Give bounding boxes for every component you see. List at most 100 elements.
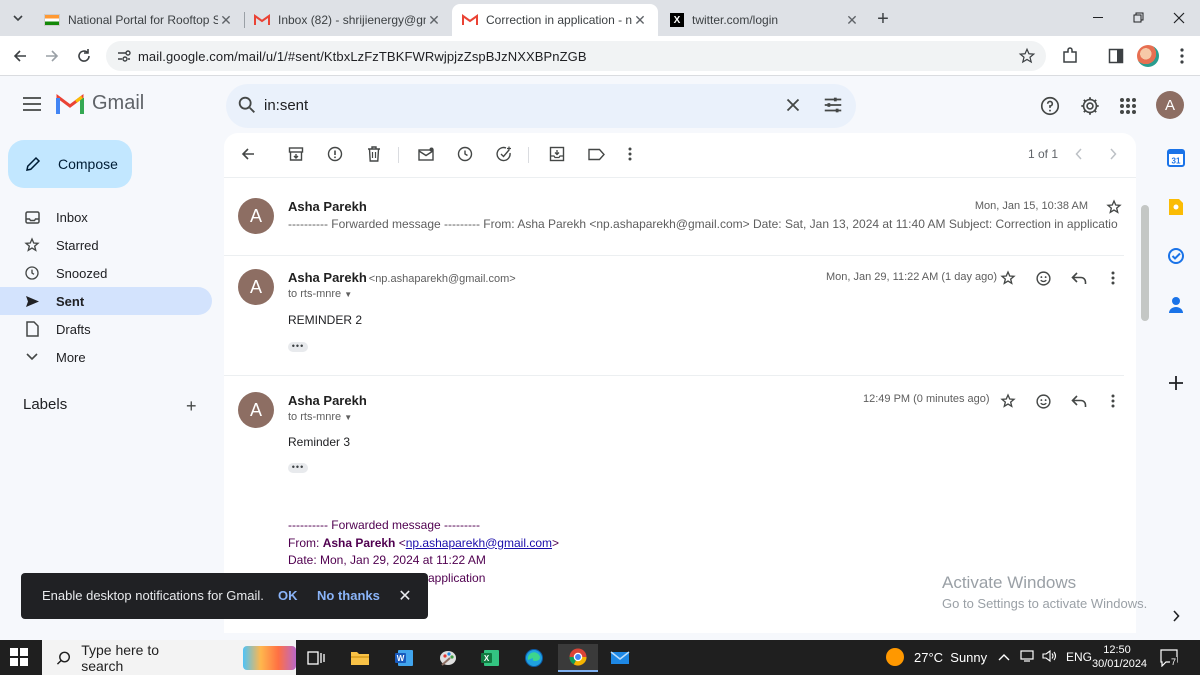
close-tab-icon[interactable]: ✕ bbox=[218, 12, 234, 28]
add-reaction-button[interactable] bbox=[1033, 391, 1053, 411]
close-tab-icon[interactable]: ✕ bbox=[844, 12, 860, 28]
sender-name[interactable]: Asha Parekh bbox=[288, 199, 367, 214]
weather-widget[interactable]: 27°C Sunny bbox=[886, 648, 987, 666]
scrollbar-thumb[interactable] bbox=[1141, 205, 1149, 321]
close-tab-icon[interactable]: ✕ bbox=[426, 12, 442, 28]
notification-center-button[interactable]: 7 bbox=[1160, 649, 1178, 670]
account-avatar[interactable]: A bbox=[1156, 91, 1184, 119]
browser-profile-button[interactable] bbox=[1136, 44, 1160, 68]
recipients-line[interactable]: to rts-mnre ▼ bbox=[288, 411, 352, 423]
browser-tab-twitter[interactable]: X twitter.com/login ✕ bbox=[660, 4, 870, 36]
toast-close-icon[interactable]: ✕ bbox=[397, 586, 413, 605]
more-actions-button[interactable] bbox=[620, 144, 640, 164]
archive-button[interactable] bbox=[286, 144, 306, 164]
network-button[interactable] bbox=[1020, 650, 1036, 665]
sidebar-item-snoozed[interactable]: Snoozed bbox=[0, 259, 212, 287]
reply-button[interactable] bbox=[1069, 268, 1089, 288]
edge-app-button[interactable] bbox=[514, 644, 554, 672]
add-label-button[interactable]: + bbox=[186, 396, 197, 417]
search-bar[interactable]: in:sent bbox=[226, 84, 856, 128]
toast-no-thanks-button[interactable]: No thanks bbox=[317, 588, 380, 603]
show-details-icon[interactable]: ▼ bbox=[344, 413, 352, 422]
reply-button[interactable] bbox=[1069, 391, 1089, 411]
message-more-button[interactable] bbox=[1103, 391, 1123, 411]
sidebar-item-sent[interactable]: Sent bbox=[0, 287, 212, 315]
search-icon[interactable] bbox=[236, 94, 258, 116]
calendar-app-button[interactable]: 31 bbox=[1166, 148, 1186, 168]
show-details-icon[interactable]: ▼ bbox=[344, 290, 352, 299]
thread-message-collapsed[interactable]: A Asha Parekh Mon, Jan 15, 10:38 AM ----… bbox=[224, 187, 1124, 257]
sidebar-item-inbox[interactable]: Inbox bbox=[0, 203, 212, 231]
back-button[interactable] bbox=[6, 42, 34, 70]
search-input[interactable]: in:sent bbox=[264, 97, 308, 114]
star-message-button[interactable] bbox=[998, 268, 1018, 288]
settings-button[interactable] bbox=[1078, 94, 1102, 118]
sender-avatar[interactable]: A bbox=[238, 198, 274, 234]
bookmark-star-icon[interactable] bbox=[1018, 47, 1036, 65]
contacts-app-button[interactable] bbox=[1166, 295, 1186, 315]
star-message-button[interactable] bbox=[998, 391, 1018, 411]
move-to-button[interactable] bbox=[547, 144, 567, 164]
sender-avatar[interactable]: A bbox=[238, 392, 274, 428]
gmail-logo[interactable]: Gmail bbox=[56, 92, 144, 115]
mail-app-button[interactable] bbox=[600, 644, 640, 672]
message-date[interactable]: Mon, Jan 15, 10:38 AM bbox=[975, 200, 1088, 212]
file-explorer-button[interactable] bbox=[340, 644, 380, 672]
close-window-button[interactable] bbox=[1156, 0, 1200, 36]
hide-side-panel-button[interactable] bbox=[1166, 606, 1186, 626]
paint-app-button[interactable] bbox=[428, 644, 468, 672]
forward-button[interactable] bbox=[38, 42, 66, 70]
search-options-icon[interactable] bbox=[822, 94, 844, 116]
recipients-line[interactable]: to rts-mnre ▼ bbox=[288, 288, 352, 300]
message-more-button[interactable] bbox=[1103, 268, 1123, 288]
sidebar-item-more[interactable]: More bbox=[0, 343, 212, 371]
toast-ok-button[interactable]: OK bbox=[278, 588, 298, 603]
close-tab-icon[interactable]: ✕ bbox=[632, 12, 648, 28]
report-spam-button[interactable] bbox=[325, 144, 345, 164]
show-trimmed-content-button[interactable]: ••• bbox=[288, 463, 308, 473]
sidebar-item-starred[interactable]: Starred bbox=[0, 231, 212, 259]
side-panel-button[interactable] bbox=[1104, 44, 1128, 68]
address-bar[interactable]: mail.google.com/mail/u/1/#sent/KtbxLzFzT… bbox=[106, 41, 1046, 71]
main-menu-button[interactable] bbox=[18, 90, 46, 118]
show-trimmed-content-button[interactable]: ••• bbox=[288, 342, 308, 352]
start-button[interactable] bbox=[10, 648, 28, 669]
sidebar-item-drafts[interactable]: Drafts bbox=[0, 315, 212, 343]
task-view-button[interactable] bbox=[296, 644, 336, 672]
extensions-button[interactable] bbox=[1058, 44, 1082, 68]
support-button[interactable] bbox=[1038, 94, 1062, 118]
word-app-button[interactable]: W bbox=[384, 644, 424, 672]
chrome-app-button[interactable] bbox=[558, 644, 598, 672]
sender-name[interactable]: Asha Parekh <np.ashaparekh@gmail.com> bbox=[288, 270, 516, 285]
older-button[interactable] bbox=[1103, 144, 1123, 164]
taskbar-search[interactable]: Type here to search bbox=[42, 640, 296, 675]
browser-menu-button[interactable] bbox=[1170, 44, 1194, 68]
browser-tab-correction[interactable]: Correction in application - np.a ✕ bbox=[452, 4, 658, 36]
back-to-sent-button[interactable] bbox=[238, 144, 258, 164]
mark-unread-button[interactable] bbox=[416, 144, 436, 164]
browser-tab-inbox[interactable]: Inbox (82) - shrijienergy@gmail ✕ bbox=[244, 4, 452, 36]
taskbar-clock[interactable]: 12:50 30/01/2024 bbox=[1092, 643, 1147, 671]
new-tab-button[interactable]: + bbox=[872, 8, 894, 30]
input-language-button[interactable]: ENG bbox=[1066, 650, 1092, 664]
reload-button[interactable] bbox=[70, 42, 98, 70]
compose-button[interactable]: Compose bbox=[8, 140, 132, 188]
excel-app-button[interactable]: X bbox=[470, 644, 510, 672]
sender-avatar[interactable]: A bbox=[238, 269, 274, 305]
get-addons-button[interactable] bbox=[1166, 373, 1186, 393]
clear-search-icon[interactable] bbox=[782, 94, 804, 116]
newer-button[interactable] bbox=[1069, 144, 1089, 164]
browser-tab-rooftop[interactable]: National Portal for Rooftop Sola ✕ bbox=[34, 4, 244, 36]
add-reaction-button[interactable] bbox=[1033, 268, 1053, 288]
keep-app-button[interactable] bbox=[1166, 197, 1186, 217]
delete-button[interactable] bbox=[364, 144, 384, 164]
sender-name[interactable]: Asha Parekh bbox=[288, 393, 367, 408]
snooze-button[interactable] bbox=[455, 144, 475, 164]
labels-button[interactable] bbox=[586, 144, 606, 164]
google-apps-button[interactable] bbox=[1116, 94, 1140, 118]
show-hidden-icons-button[interactable] bbox=[998, 650, 1010, 664]
tab-search-button[interactable] bbox=[6, 6, 30, 30]
add-to-tasks-button[interactable] bbox=[494, 144, 514, 164]
tasks-app-button[interactable] bbox=[1166, 246, 1186, 266]
volume-button[interactable] bbox=[1042, 649, 1058, 665]
